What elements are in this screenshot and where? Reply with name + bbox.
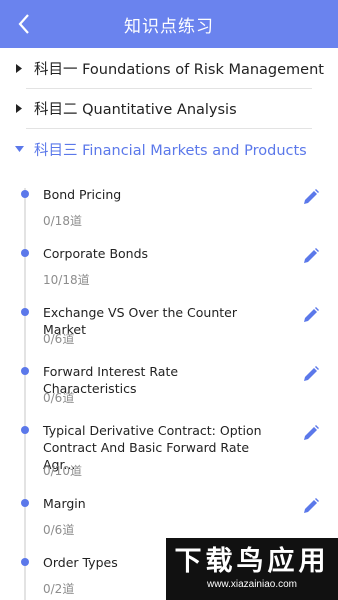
page-title: 知识点练习 (124, 16, 214, 37)
topic-name: Bond Pricing (43, 187, 122, 202)
subject-label: 科目一 Foundations of Risk Management (34, 61, 324, 78)
caret-right-icon (14, 63, 24, 73)
subject-row-2[interactable]: 科目二 Quantitative Analysis (0, 88, 338, 128)
topic-name: Forward Interest Rate Characteristics (43, 364, 179, 396)
back-button[interactable] (12, 10, 36, 38)
timeline-dot (21, 367, 29, 375)
timeline-dot (21, 308, 29, 316)
subject-row-3[interactable]: 科目三 Financial Markets and Products (0, 129, 338, 169)
caret-right-icon (14, 103, 24, 113)
topic-count: 0/10道 (43, 464, 82, 478)
pencil-icon[interactable] (302, 188, 320, 206)
chevron-left-icon (18, 14, 29, 34)
topic-count: 0/6道 (43, 391, 75, 405)
topic-name: Corporate Bonds (43, 246, 149, 261)
subject-row-1[interactable]: 科目一 Foundations of Risk Management (0, 48, 338, 88)
caret-down-icon (14, 144, 24, 154)
watermark-url: www.xiazainiao.com (206, 579, 298, 590)
timeline-dot (21, 426, 29, 434)
pencil-icon[interactable] (302, 497, 320, 515)
topic-name: Exchange VS Over the Counter Market (43, 305, 237, 337)
topic-count: 0/6道 (43, 523, 75, 537)
subject-label: 科目二 Quantitative Analysis (34, 101, 237, 118)
topic-name: Margin (43, 496, 86, 511)
app-header: 知识点练习 (0, 0, 338, 48)
pencil-icon[interactable] (302, 365, 320, 383)
topic-count: 0/2道 (43, 582, 75, 596)
subject-label: 科目三 Financial Markets and Products (34, 142, 307, 159)
watermark-title: 下载鸟应用 (174, 546, 330, 577)
timeline-dot (21, 190, 29, 198)
watermark-logo: 下载鸟应用 www.xiazainiao.com (166, 538, 338, 600)
timeline-dot (21, 249, 29, 257)
pencil-icon[interactable] (302, 424, 320, 442)
pencil-icon[interactable] (302, 247, 320, 265)
topic-count: 0/18道 (43, 214, 82, 228)
pencil-icon[interactable] (302, 306, 320, 324)
topic-count: 0/6道 (43, 332, 75, 346)
topic-count: 10/18道 (43, 273, 90, 287)
timeline-dot (21, 499, 29, 507)
timeline-dot (21, 558, 29, 566)
